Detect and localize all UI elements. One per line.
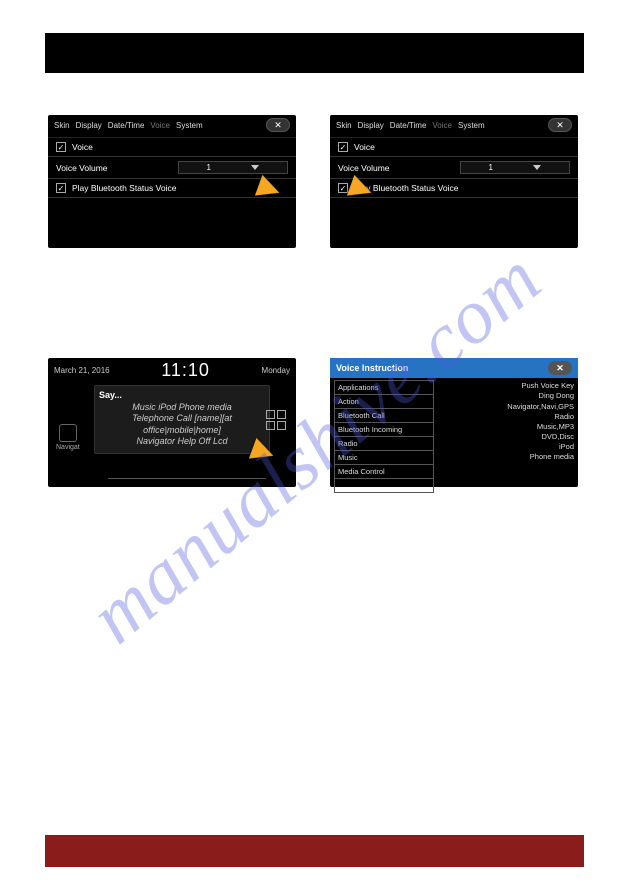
status-date: March 21, 2016 [54,366,110,375]
chevron-down-icon [533,165,541,170]
voice-label: Voice [72,142,93,152]
apps-grid-icon[interactable] [266,410,286,430]
play-bt-label: Play Bluetooth Status Voice [72,183,176,193]
settings-tabs: Skin Display Date/Time Voice System ✕ [330,115,578,138]
voice-row[interactable]: ✓ Voice [330,138,578,157]
vi-cell[interactable]: Applications [335,381,434,395]
tab-system[interactable]: System [176,121,203,130]
vi-cell[interactable]: Bluetooth Incoming [335,423,434,437]
voice-volume-select[interactable]: 1 [460,161,570,174]
checkbox-icon[interactable]: ✓ [56,142,66,152]
vi-cell[interactable]: Media Control [335,465,434,479]
vi-cmd: Navigator,Navi,GPS [438,402,574,411]
tab-voice[interactable]: Voice [150,121,170,130]
vi-cmd: DVD,Disc [438,432,574,441]
voice-instruction-header: Voice Instruction ✕ [330,358,578,378]
home-panel: March 21, 2016 11:10 Monday Navigat Say.… [48,358,296,487]
tab-voice[interactable]: Voice [432,121,452,130]
vi-cell-empty [335,479,434,493]
tab-datetime[interactable]: Date/Time [108,121,145,130]
tab-system[interactable]: System [458,121,485,130]
voice-instruction-commands: Push Voice Key Ding Dong Navigator,Navi,… [438,380,574,483]
vi-cmd: iPod [438,442,574,451]
vi-cmd: Push Voice Key [438,381,574,390]
settings-panel-2: Skin Display Date/Time Voice System ✕ ✓ … [330,115,578,248]
vi-cell[interactable]: Bluetooth Call [335,409,434,423]
vi-cmd: Music,MP3 [438,422,574,431]
voice-instruction-table: Applications Action Bluetooth Call Bluet… [334,380,434,493]
checkbox-icon[interactable]: ✓ [56,183,66,193]
voice-volume-row[interactable]: Voice Volume 1 [48,157,296,179]
voice-label: Voice [354,142,375,152]
tab-skin[interactable]: Skin [54,121,70,130]
vi-cell[interactable]: Radio [335,437,434,451]
say-line: Music iPod Phone media [99,402,265,413]
vi-cell[interactable]: Music [335,451,434,465]
vi-cmd: Phone media [438,452,574,461]
chevron-down-icon [251,165,259,170]
navigator-icon[interactable]: Navigat [56,424,80,451]
voice-row[interactable]: ✓ Voice [48,138,296,157]
status-day: Monday [262,366,290,375]
vi-cmd: Radio [438,412,574,421]
say-line: Navigator Help Off Lcd [99,436,265,447]
bottom-red-bar [45,835,584,867]
status-clock: 11:10 [161,360,210,381]
vi-cell[interactable]: Action [335,395,434,409]
voice-volume-label: Voice Volume [56,163,108,173]
voice-volume-value: 1 [489,163,493,172]
settings-panel-1: Skin Display Date/Time Voice System ✕ ✓ … [48,115,296,248]
navigator-label: Navigat [56,444,80,451]
volume-slider[interactable] [108,473,266,479]
close-button[interactable]: ✕ [548,118,572,132]
close-button[interactable]: ✕ [548,361,572,375]
tab-skin[interactable]: Skin [336,121,352,130]
voice-instruction-panel: Voice Instruction ✕ Applications Action … [330,358,578,487]
status-bar: March 21, 2016 11:10 Monday [48,358,296,383]
checkbox-icon[interactable]: ✓ [338,142,348,152]
voice-volume-value: 1 [207,163,211,172]
say-line: office|mobile|home] [99,425,265,436]
voice-instruction-title: Voice Instruction [336,363,408,373]
voice-volume-label: Voice Volume [338,163,390,173]
tab-display[interactable]: Display [76,121,102,130]
top-black-bar [45,33,584,73]
say-title: Say... [99,390,265,400]
say-line: Telephone Call [name][at [99,413,265,424]
say-body: Music iPod Phone media Telephone Call [n… [99,402,265,447]
voice-volume-row[interactable]: Voice Volume 1 [330,157,578,179]
voice-volume-select[interactable]: 1 [178,161,288,174]
settings-tabs: Skin Display Date/Time Voice System ✕ [48,115,296,138]
say-dialog: Say... Music iPod Phone media Telephone … [94,385,270,454]
checkbox-icon[interactable]: ✓ [338,183,348,193]
tab-datetime[interactable]: Date/Time [390,121,427,130]
tab-display[interactable]: Display [358,121,384,130]
close-button[interactable]: ✕ [266,118,290,132]
vi-cmd: Ding Dong [438,391,574,400]
